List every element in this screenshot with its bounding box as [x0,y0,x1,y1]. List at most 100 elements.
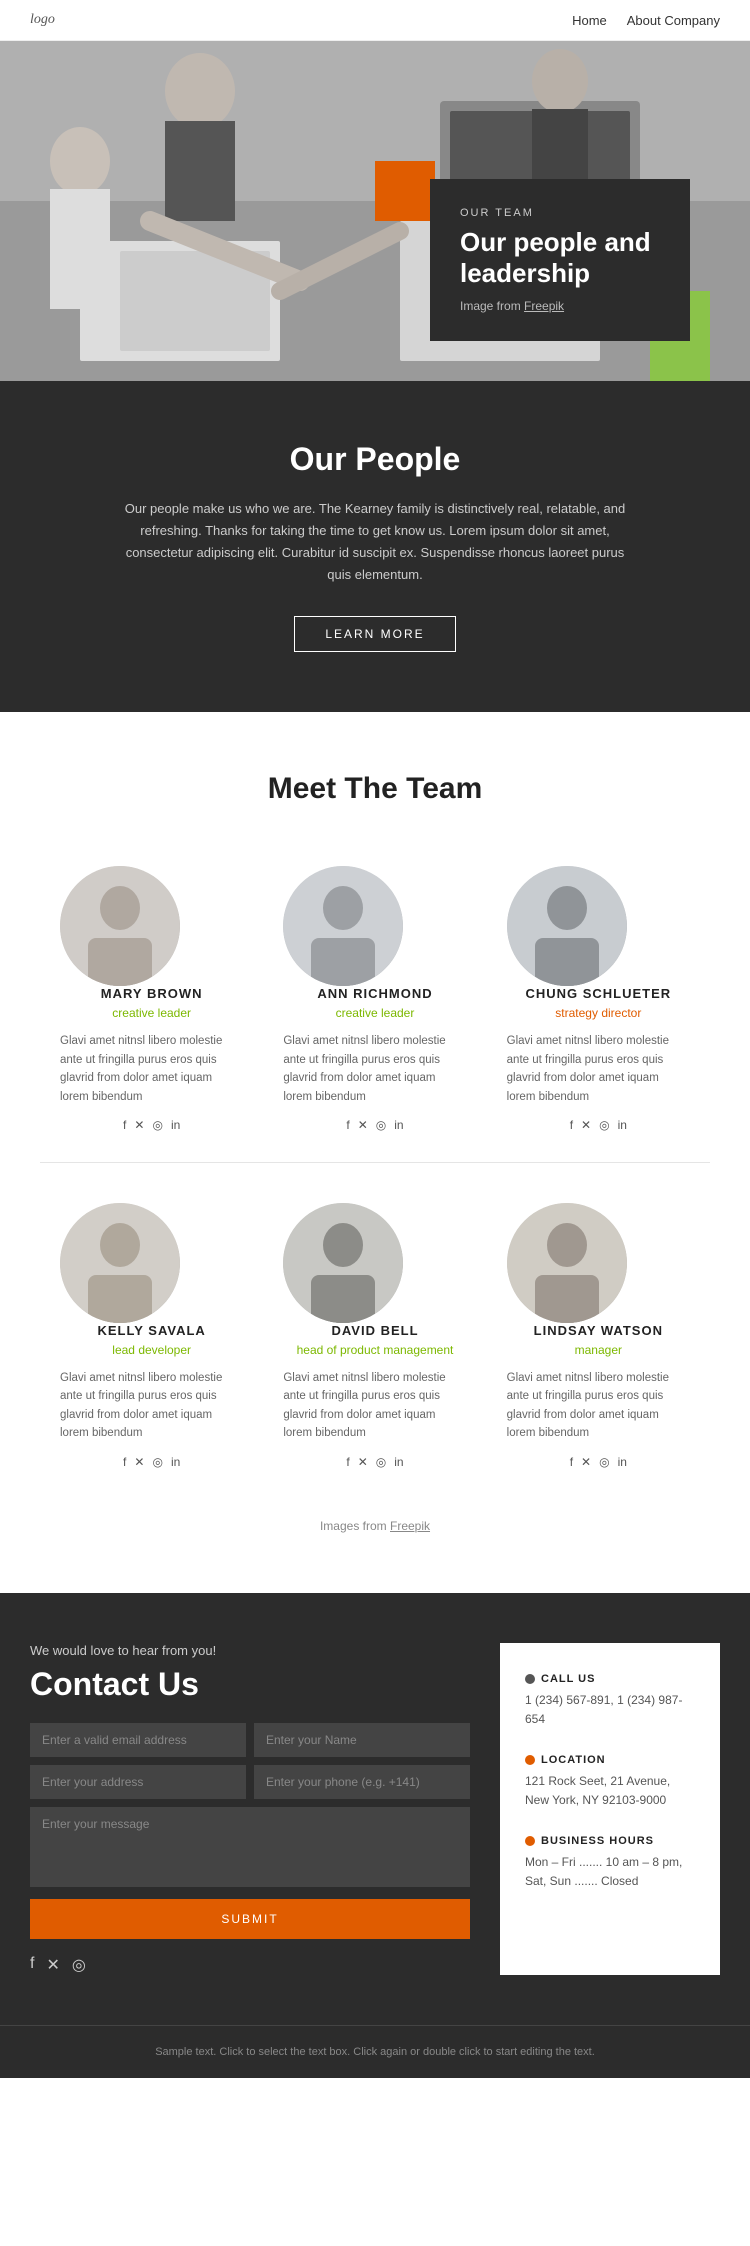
team-photo-2 [283,866,403,986]
social-instagram-4[interactable]: ◎ [152,1455,162,1469]
member-name-2: ANN RICHMOND [283,986,466,1001]
hours-label: BUSINESS HOURS [525,1835,695,1847]
call-label: CALL US [525,1673,695,1685]
person-silhouette-2 [283,866,403,986]
member-name-3: CHUNG SCHLUETER [507,986,690,1001]
social-linkedin-6[interactable]: in [618,1455,627,1469]
team-photo-3 [507,866,627,986]
phone-icon [525,1674,535,1684]
hero-tag: OUR TEAM [460,207,660,219]
location-label: LOCATION [525,1754,695,1766]
email-input[interactable] [30,1723,246,1757]
contact-form: SUBMIT [30,1723,470,1939]
hours-icon [525,1836,535,1846]
member-desc-5: Glavi amet nitnsl libero molestie ante u… [283,1369,466,1443]
contact-call: CALL US 1 (234) 567-891, 1 (234) 987-654 [525,1673,695,1729]
deco-orange [375,161,435,221]
team-grid: MARY BROWN creative leader Glavi amet ni… [40,846,710,1498]
social-twitter-5[interactable]: ✕ [358,1455,368,1469]
member-role-5: head of product management [283,1343,466,1357]
our-people-body: Our people make us who we are. The Kearn… [115,498,635,586]
member-role-6: manager [507,1343,690,1357]
member-desc-1: Glavi amet nitnsl libero molestie ante u… [60,1032,243,1106]
person-silhouette-6 [507,1203,627,1323]
team-member-5: DAVID BELL head of product management Gl… [263,1162,486,1499]
social-instagram-5[interactable]: ◎ [376,1455,386,1469]
member-desc-2: Glavi amet nitnsl libero molestie ante u… [283,1032,466,1106]
contact-facebook-icon[interactable]: f [30,1955,34,1975]
social-linkedin-4[interactable]: in [171,1455,180,1469]
social-facebook-6[interactable]: f [570,1455,573,1469]
social-facebook-2[interactable]: f [346,1118,349,1132]
social-facebook-1[interactable]: f [123,1118,126,1132]
our-people-section: Our People Our people make us who we are… [0,381,750,712]
social-instagram-1[interactable]: ◎ [152,1118,162,1132]
team-member-4: KELLY SAVALA lead developer Glavi amet n… [40,1162,263,1499]
social-4: f ✕ ◎ in [60,1455,243,1469]
meet-team-heading: Meet The Team [40,772,710,806]
freepik-link-hero[interactable]: Freepik [524,299,564,313]
social-facebook-4[interactable]: f [123,1455,126,1469]
team-member-6: LINDSAY WATSON manager Glavi amet nitnsl… [487,1162,710,1499]
social-3: f ✕ ◎ in [507,1118,690,1132]
learn-more-button[interactable]: LEARN MORE [294,616,455,652]
freepik-link-team[interactable]: Freepik [390,1519,430,1533]
person-silhouette-1 [60,866,180,986]
nav-about[interactable]: About Company [627,13,720,28]
contact-location: LOCATION 121 Rock Seet, 21 Avenue, New Y… [525,1754,695,1810]
social-facebook-5[interactable]: f [346,1455,349,1469]
our-people-heading: Our People [100,441,650,478]
member-name-4: KELLY SAVALA [60,1323,243,1338]
form-row-1 [30,1723,470,1757]
team-photo-6 [507,1203,627,1323]
social-twitter-4[interactable]: ✕ [134,1455,144,1469]
phone-input[interactable] [254,1765,470,1799]
person-silhouette-4 [60,1203,180,1323]
contact-title: Contact Us [30,1666,470,1703]
member-name-6: LINDSAY WATSON [507,1323,690,1338]
submit-button[interactable]: SUBMIT [30,1899,470,1939]
social-linkedin-3[interactable]: in [618,1118,627,1132]
team-member-2: ANN RICHMOND creative leader Glavi amet … [263,846,486,1162]
social-facebook-3[interactable]: f [570,1118,573,1132]
social-instagram-6[interactable]: ◎ [599,1455,609,1469]
meet-team-section: Meet The Team MARY BROWN creative leader… [0,712,750,1592]
social-6: f ✕ ◎ in [507,1455,690,1469]
team-photo-4 [60,1203,180,1323]
member-role-2: creative leader [283,1006,466,1020]
hero-title: Our people and leadership [460,227,660,289]
footer: Sample text. Click to select the text bo… [0,2025,750,2078]
social-linkedin-1[interactable]: in [171,1118,180,1132]
logo: logo [30,12,55,28]
hero-overlay: OUR TEAM Our people and leadership Image… [430,179,690,341]
member-name-5: DAVID BELL [283,1323,466,1338]
navigation: logo Home About Company [0,0,750,41]
social-twitter-2[interactable]: ✕ [358,1118,368,1132]
contact-left: We would love to hear from you! Contact … [30,1643,470,1975]
social-twitter-1[interactable]: ✕ [134,1118,144,1132]
member-role-3: strategy director [507,1006,690,1020]
team-photo-5 [283,1203,403,1323]
social-twitter-6[interactable]: ✕ [581,1455,591,1469]
hero-sub: Image from Freepik [460,299,660,313]
social-5: f ✕ ◎ in [283,1455,466,1469]
contact-hours: BUSINESS HOURS Mon – Fri ....... 10 am –… [525,1835,695,1891]
social-instagram-2[interactable]: ◎ [376,1118,386,1132]
contact-tagline: We would love to hear from you! [30,1643,470,1658]
contact-instagram-icon[interactable]: ◎ [72,1955,86,1975]
freepik-attribution: Images from Freepik [40,1499,710,1553]
address-input[interactable] [30,1765,246,1799]
social-twitter-3[interactable]: ✕ [581,1118,591,1132]
contact-twitter-icon[interactable]: ✕ [46,1955,59,1975]
social-linkedin-2[interactable]: in [394,1118,403,1132]
social-instagram-3[interactable]: ◎ [599,1118,609,1132]
message-input[interactable] [30,1807,470,1887]
name-input[interactable] [254,1723,470,1757]
nav-home[interactable]: Home [572,13,607,28]
contact-section: We would love to hear from you! Contact … [0,1593,750,2025]
social-linkedin-5[interactable]: in [394,1455,403,1469]
team-member-1: MARY BROWN creative leader Glavi amet ni… [40,846,263,1162]
location-value: 121 Rock Seet, 21 Avenue, New York, NY 9… [525,1772,695,1810]
hero-section: OUR TEAM Our people and leadership Image… [0,41,750,381]
contact-social-links: f ✕ ◎ [30,1955,470,1975]
